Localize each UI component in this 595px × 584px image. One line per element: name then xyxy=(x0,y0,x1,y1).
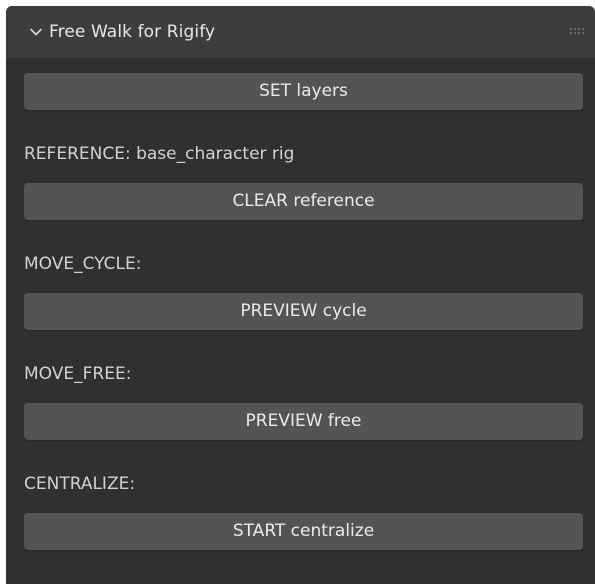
chevron-down-icon[interactable] xyxy=(30,26,42,38)
panel-header[interactable]: Free Walk for Rigify xyxy=(6,6,595,58)
panel-body: SET layers REFERENCE: base_character rig… xyxy=(6,58,595,584)
preview-cycle-button[interactable]: PREVIEW cycle xyxy=(24,293,583,330)
centralize-label: CENTRALIZE: xyxy=(24,474,136,494)
set-layers-button[interactable]: SET layers xyxy=(24,73,583,110)
move-free-label: MOVE_FREE: xyxy=(24,364,132,384)
drag-grip-icon[interactable] xyxy=(569,27,587,35)
clear-reference-button[interactable]: CLEAR reference xyxy=(24,183,583,220)
start-centralize-button[interactable]: START centralize xyxy=(24,513,583,550)
move-cycle-label: MOVE_CYCLE: xyxy=(24,254,142,274)
panel-title: Free Walk for Rigify xyxy=(49,22,216,42)
free-walk-panel: Free Walk for Rigify SET layers REFERENC… xyxy=(6,6,595,584)
reference-label: REFERENCE: base_character rig xyxy=(24,144,295,164)
preview-free-button[interactable]: PREVIEW free xyxy=(24,403,583,440)
